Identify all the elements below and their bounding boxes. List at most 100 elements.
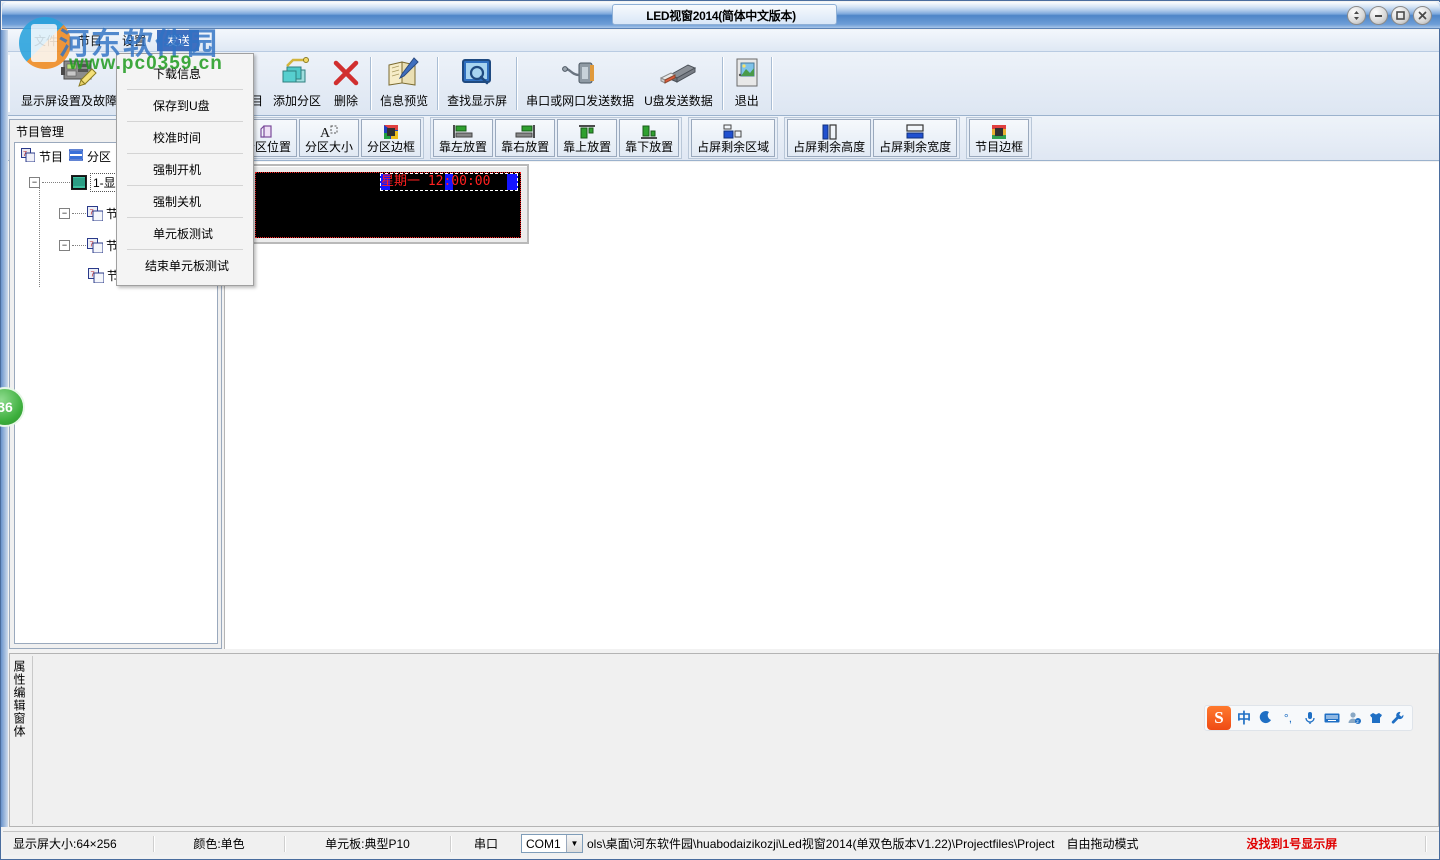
maximize-button[interactable] (1391, 6, 1410, 25)
align-button-fill-remaining-width[interactable]: 占屏剩余宽度 (873, 119, 958, 157)
design-canvas[interactable]: 星期一 12:00:00 (224, 162, 1439, 649)
toolbar-label-usb-send: U盘发送数据 (644, 94, 713, 108)
menu-item-send[interactable]: 发送 (157, 30, 200, 51)
window-controls (1347, 6, 1432, 25)
screen-settings-icon (61, 55, 101, 91)
toolbar-button-exit[interactable]: 退出 (727, 52, 767, 115)
preview-icon (386, 55, 422, 91)
align-top-icon (577, 123, 597, 140)
toolbar-button-find-screen[interactable]: 查找显示屏 (442, 52, 512, 115)
punctuation-icon[interactable]: °, (1279, 708, 1297, 728)
toolbox-icon[interactable] (1389, 708, 1407, 728)
align-label-partition-border: 分区边框 (367, 140, 416, 154)
menu-item-settings[interactable]: 设置 (113, 30, 155, 51)
led-screen-frame[interactable]: 星期一 12:00:00 (247, 164, 529, 244)
align-label-fill-remaining-width: 占屏剩余宽度 (879, 140, 952, 154)
tree-dots (72, 212, 86, 214)
align-button-top[interactable]: 靠上放置 (557, 119, 618, 157)
minimize-button[interactable] (1369, 6, 1388, 25)
send-dropdown-menu[interactable]: 下载信息 保存到U盘 校准时间 强制开机 强制关机 单元板测试 结束单元板测试 (116, 53, 254, 286)
voice-input-icon[interactable] (1301, 708, 1319, 728)
align-button-bottom[interactable]: 靠下放置 (619, 119, 680, 157)
screen-icon (71, 174, 87, 190)
align-button-partition-border[interactable]: 分区边框 (361, 119, 422, 157)
align-right-icon (514, 123, 536, 140)
toolbar-label-preview: 信息预览 (380, 94, 429, 108)
align-group-placement: 靠左放置 靠右放置 靠上放置 靠下放置 (430, 117, 683, 159)
rollup-button[interactable] (1347, 6, 1366, 25)
partition-icon (68, 148, 84, 165)
menu-item-file[interactable]: 文件 (25, 30, 67, 51)
svg-text:A: A (320, 126, 331, 140)
tree-tab-program[interactable]: 7 节目 (21, 148, 63, 165)
toolbar-label-add-partition: 添加分区 (273, 94, 322, 108)
align-label-bottom: 靠下放置 (625, 140, 674, 154)
menu-option-save-to-usb[interactable]: 保存到U盘 (117, 90, 253, 121)
title-bar[interactable]: LED视窗2014(简体中文版本) (2, 2, 1440, 29)
menu-option-download-info[interactable]: 下载信息 (117, 58, 253, 89)
tree-tab-label-program: 节目 (39, 150, 64, 164)
menu-bar: 文件 节目 设置 发送 (3, 30, 1439, 52)
program-icon: 7 (87, 237, 103, 253)
toolbar-button-add-partition[interactable]: 添加分区 (268, 52, 326, 115)
tree-expander-root[interactable]: − (29, 176, 40, 188)
toolbar-label-delete: 删除 (334, 94, 359, 108)
usb-send-icon (658, 55, 698, 91)
align-group-partition: 分区位置 A 分区大小 分区边框 (234, 117, 425, 159)
align-label-partition-size: 分区大小 (305, 140, 354, 154)
program-icon: 7 (21, 148, 36, 165)
chinese-mode-icon[interactable]: 中 (1235, 708, 1253, 728)
tree-tab-label-partition: 分区 (87, 150, 112, 164)
tree-expander-child-1[interactable]: − (59, 207, 70, 219)
chevron-down-icon[interactable]: ▼ (566, 835, 582, 852)
led-screen-preview[interactable]: 星期一 12:00:00 (255, 172, 521, 238)
led-preview-text: 星期一 12:00:00 (381, 174, 491, 189)
program-icon: 7 (87, 205, 103, 221)
skin-icon[interactable] (1367, 708, 1385, 728)
program-icon: 7 (88, 267, 104, 283)
close-button[interactable] (1413, 6, 1432, 25)
align-group-program-border: 节目边框 (966, 117, 1033, 159)
application-window: LED视窗2014(简体中文版本) 文件 节目 设置 发送 显示屏设置及故障检测… (0, 0, 1440, 860)
ime-toolbar[interactable]: S 中 °, 2 (1204, 705, 1413, 731)
find-screen-icon (460, 55, 494, 91)
align-button-left[interactable]: 靠左放置 (433, 119, 494, 157)
menu-option-calibrate-time[interactable]: 校准时间 (117, 122, 253, 153)
toolbar-button-usb-send[interactable]: U盘发送数据 (639, 52, 718, 115)
sogou-logo-icon[interactable]: S (1207, 706, 1231, 730)
toolbar-separator (770, 57, 772, 110)
menu-option-end-unit-board-test[interactable]: 结束单元板测试 (117, 250, 253, 281)
soft-keyboard-icon[interactable] (1323, 708, 1341, 728)
align-button-partition-size[interactable]: A 分区大小 (299, 119, 360, 157)
align-bottom-icon (639, 123, 659, 140)
program-border-icon (991, 123, 1007, 140)
align-group-fill-dimension: 占屏剩余高度 占屏剩余宽度 (784, 117, 961, 159)
toolbar-separator (370, 57, 372, 110)
align-button-fill-remaining-height[interactable]: 占屏剩余高度 (787, 119, 872, 157)
partition-size-icon: A (319, 123, 339, 140)
menu-option-unit-board-test[interactable]: 单元板测试 (117, 218, 253, 249)
security-badge-label: 36 (0, 399, 13, 415)
tree-expander-child-2[interactable]: − (59, 239, 70, 251)
tree-tab-partition[interactable]: 分区 (68, 148, 112, 165)
toolbar-button-delete[interactable]: 删除 (326, 52, 366, 115)
status-bar: 显示屏大小:64×256 颜色:单色 单元板:典型P10 串口 COM1 ▼ o… (3, 831, 1439, 855)
align-group-fill-area: 占屏剩余区域 (688, 117, 779, 159)
status-unit-board: 单元板:典型P10 (325, 837, 410, 851)
toolbar-button-preview[interactable]: 信息预览 (375, 52, 433, 115)
menu-item-program[interactable]: 节目 (69, 30, 111, 51)
user-icon[interactable]: 2 (1345, 708, 1363, 728)
toolbar-button-serial-send[interactable]: 串口或网口发送数据 (521, 52, 639, 115)
align-button-program-border[interactable]: 节目边框 (969, 119, 1030, 157)
property-editor-area[interactable] (32, 656, 1436, 824)
property-panel-label: 属性编辑窗体 (12, 660, 26, 738)
status-mode: 自由拖动模式 (1066, 837, 1139, 851)
partition-position-icon (259, 123, 275, 140)
menu-option-force-power-off[interactable]: 强制关机 (117, 186, 253, 217)
align-label-right: 靠右放置 (501, 140, 550, 154)
align-button-right[interactable]: 靠右放置 (495, 119, 556, 157)
moon-icon[interactable] (1257, 708, 1275, 728)
menu-option-force-power-on[interactable]: 强制开机 (117, 154, 253, 185)
serial-port-select[interactable]: COM1 ▼ (521, 834, 583, 853)
align-button-fill-remaining-area[interactable]: 占屏剩余区域 (691, 119, 776, 157)
